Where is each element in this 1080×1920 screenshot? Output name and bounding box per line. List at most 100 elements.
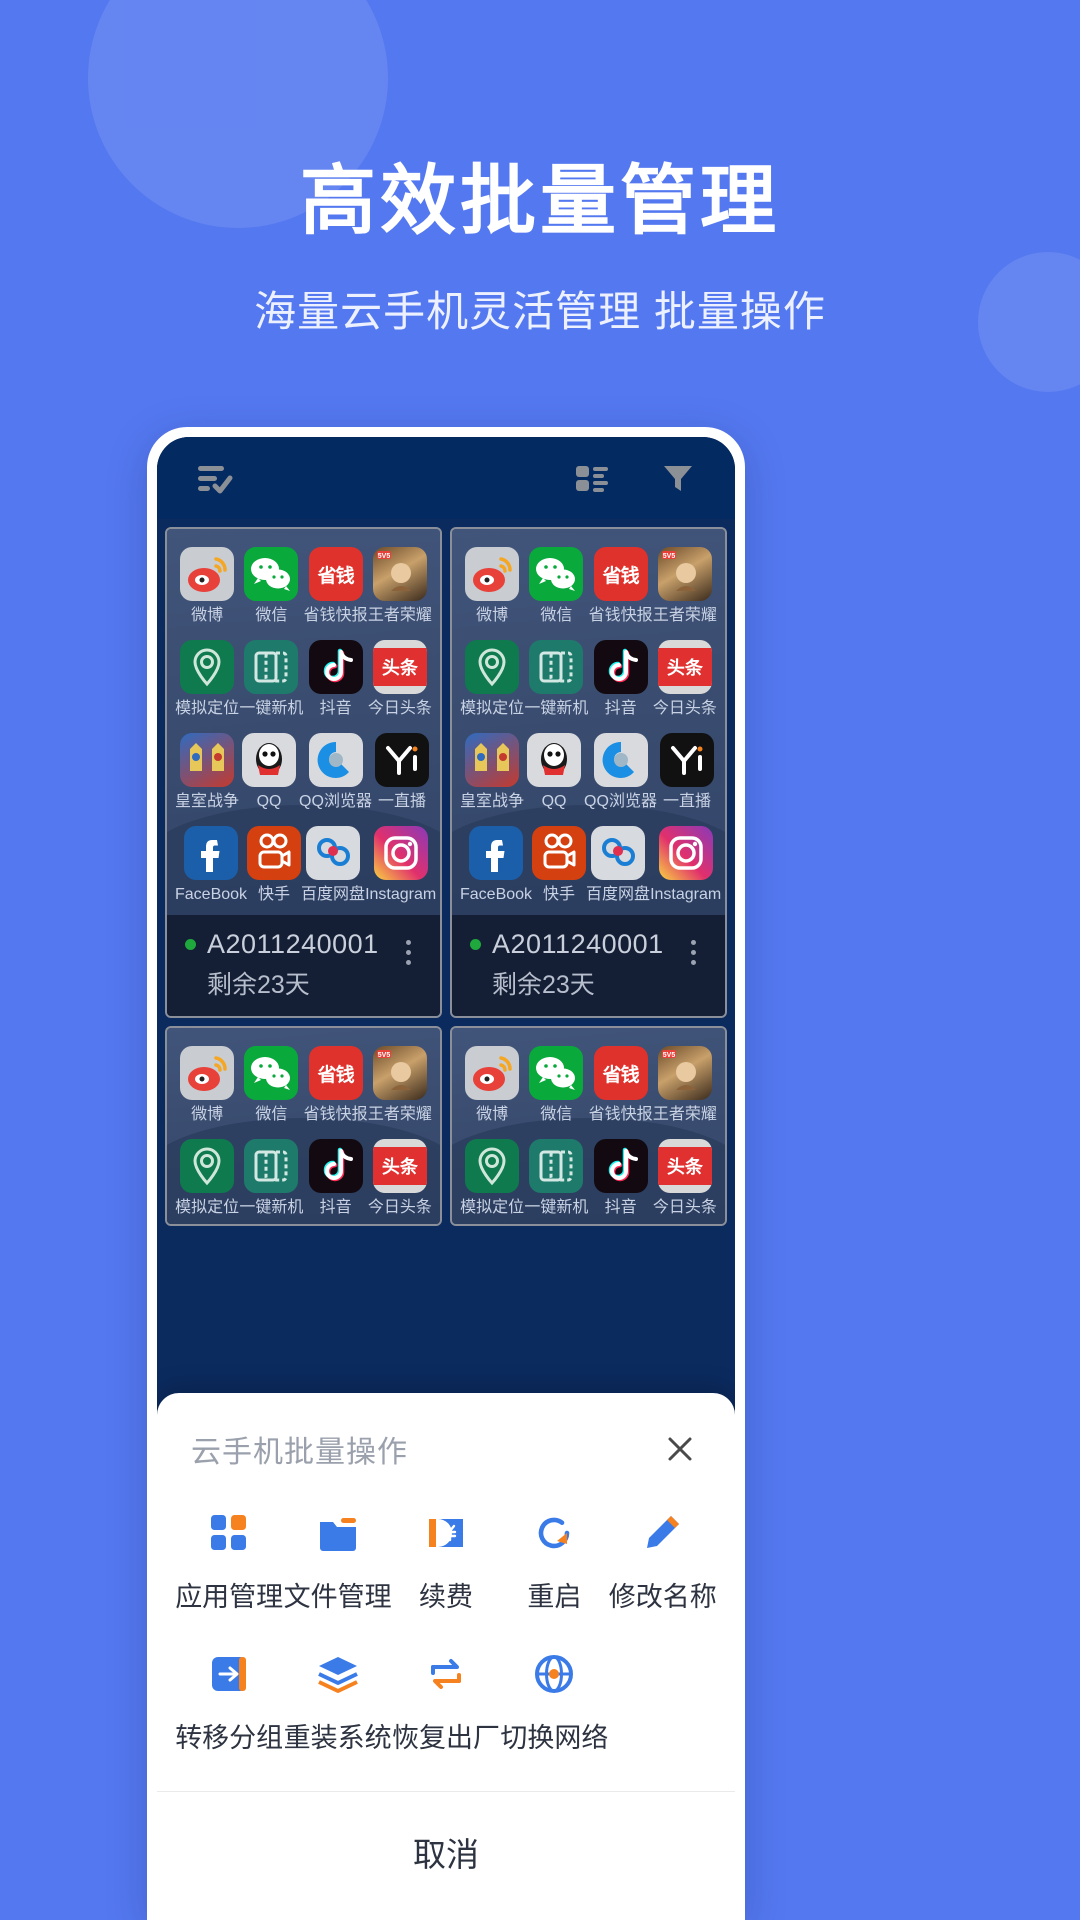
device-card[interactable]: 微博 微信 省钱 省钱快报 5V5 王者荣耀 模拟定位 一键新机 抖音 头条 今… <box>165 1026 442 1226</box>
app-cell[interactable]: 微博 <box>175 547 239 624</box>
shengqian-icon: 省钱 <box>308 1046 363 1100</box>
app-cell[interactable]: 省钱 省钱快报 <box>304 547 368 624</box>
app-cell[interactable]: 抖音 <box>589 1139 653 1216</box>
action-factory-reset[interactable]: 恢复出厂 <box>392 1648 500 1755</box>
sheet-title: 云手机批量操作 <box>191 1436 408 1469</box>
app-cell[interactable]: 一键新机 <box>524 1139 588 1216</box>
app-cell[interactable]: 微信 <box>524 1046 588 1123</box>
app-cell[interactable]: 头条 今日头条 <box>653 640 717 717</box>
more-options-icon[interactable] <box>679 935 707 969</box>
filter-icon[interactable] <box>655 455 701 501</box>
device-card[interactable]: 微博 微信 省钱 省钱快报 5V5 王者荣耀 模拟定位 一键新机 抖音 头条 今… <box>165 527 442 1018</box>
app-label: FaceBook <box>175 886 248 903</box>
app-label: 王者荣耀 <box>367 1106 432 1123</box>
app-label: 模拟定位 <box>175 1199 240 1216</box>
action-label: 重装系统 <box>283 1723 392 1753</box>
app-cell[interactable]: 百度网盘 <box>301 826 365 903</box>
app-cell[interactable]: 5V5 王者荣耀 <box>653 547 717 624</box>
checklist-icon[interactable] <box>191 455 237 501</box>
qq-browser-icon <box>593 733 648 787</box>
app-cell[interactable]: QQ <box>524 733 584 810</box>
app-cell[interactable]: 一直播 <box>657 733 717 810</box>
app-label: 抖音 <box>604 1199 637 1216</box>
toutiao-icon: 头条 <box>372 640 427 694</box>
app-cell[interactable]: 百度网盘 <box>586 826 650 903</box>
device-card[interactable]: 微博 微信 省钱 省钱快报 5V5 王者荣耀 模拟定位 一键新机 抖音 头条 今… <box>450 527 727 1018</box>
more-options-icon[interactable] <box>394 935 422 969</box>
factory-reset-icon <box>420 1648 472 1700</box>
app-cell[interactable]: 模拟定位 <box>460 640 524 717</box>
app-row: 模拟定位 一键新机 抖音 头条 今日头条 <box>460 640 717 717</box>
app-cell[interactable]: 5V5 王者荣耀 <box>368 1046 432 1123</box>
app-cell[interactable]: 微信 <box>239 547 303 624</box>
renew-ticket-icon <box>420 1507 472 1559</box>
instagram-icon <box>373 826 428 880</box>
network-switch-icon <box>528 1648 580 1700</box>
app-label: 一键新机 <box>524 700 589 717</box>
app-row: 微博 微信 省钱 省钱快报 5V5 王者荣耀 <box>460 1046 717 1123</box>
app-cell[interactable]: 省钱 省钱快报 <box>589 1046 653 1123</box>
app-cell[interactable]: QQ <box>239 733 299 810</box>
app-cell[interactable]: 微信 <box>239 1046 303 1123</box>
hero-text-block: 高效批量管理 海量云手机灵活管理 批量操作 <box>0 160 1080 339</box>
app-cell[interactable]: Instagram <box>650 826 721 903</box>
toutiao-icon: 头条 <box>657 640 712 694</box>
app-cell[interactable]: 快手 <box>532 826 587 903</box>
device-name: A2011240001 <box>492 929 664 959</box>
app-cell[interactable]: 一键新机 <box>524 640 588 717</box>
app-cell[interactable]: 一直播 <box>372 733 432 810</box>
action-file-management[interactable]: 文件管理 <box>283 1507 392 1614</box>
app-cell[interactable]: 省钱 省钱快报 <box>304 1046 368 1123</box>
action-reinstall-system[interactable]: 重装系统 <box>283 1648 392 1755</box>
cancel-button[interactable]: 取消 <box>157 1792 735 1920</box>
pencil-icon <box>637 1507 689 1559</box>
app-cell[interactable]: 微博 <box>460 547 524 624</box>
app-cell[interactable]: 微信 <box>524 547 588 624</box>
device-card[interactable]: 微博 微信 省钱 省钱快报 5V5 王者荣耀 模拟定位 一键新机 抖音 头条 今… <box>450 1026 727 1226</box>
app-cell[interactable]: QQ浏览器 <box>299 733 372 810</box>
action-renew[interactable]: 续费 <box>392 1507 500 1614</box>
app-cell[interactable]: 抖音 <box>304 1139 368 1216</box>
app-cell[interactable]: 皇室战争 <box>175 733 239 810</box>
action-transfer-group[interactable]: 转移分组 <box>175 1648 283 1755</box>
app-cell[interactable]: 皇室战争 <box>460 733 524 810</box>
app-cell[interactable]: 5V5 王者荣耀 <box>653 1046 717 1123</box>
new-device-icon <box>529 640 584 694</box>
app-label: 省钱快报 <box>588 607 653 624</box>
app-cell[interactable]: QQ浏览器 <box>584 733 657 810</box>
app-cell[interactable]: 5V5 王者荣耀 <box>368 547 432 624</box>
app-cell[interactable]: 模拟定位 <box>460 1139 524 1216</box>
app-cell[interactable]: 一键新机 <box>239 640 303 717</box>
app-cell[interactable]: 快手 <box>247 826 302 903</box>
app-cell[interactable]: 微博 <box>175 1046 239 1123</box>
app-cell[interactable]: Instagram <box>365 826 436 903</box>
app-cell[interactable]: FaceBook <box>175 826 247 903</box>
action-rename[interactable]: 修改名称 <box>609 1507 717 1614</box>
app-cell[interactable]: 微博 <box>460 1046 524 1123</box>
app-label: Instagram <box>650 886 722 903</box>
list-view-icon[interactable] <box>569 455 615 501</box>
action-switch-network[interactable]: 切换网络 <box>500 1648 608 1755</box>
weibo-icon <box>465 1046 520 1100</box>
tiktok-icon <box>593 640 648 694</box>
app-label: 今日头条 <box>652 700 717 717</box>
app-cell[interactable]: FaceBook <box>460 826 532 903</box>
app-cell[interactable]: 模拟定位 <box>175 640 239 717</box>
app-cell[interactable]: 头条 今日头条 <box>653 1139 717 1216</box>
app-cell[interactable]: 一键新机 <box>239 1139 303 1216</box>
action-label: 重启 <box>527 1582 582 1612</box>
app-cell[interactable]: 省钱 省钱快报 <box>589 547 653 624</box>
action-label: 续费 <box>418 1582 473 1612</box>
action-restart[interactable]: 重启 <box>500 1507 608 1614</box>
close-icon[interactable] <box>659 1428 701 1470</box>
app-cell[interactable]: 抖音 <box>304 640 368 717</box>
action-app-management[interactable]: 应用管理 <box>175 1507 283 1614</box>
app-cell[interactable]: 头条 今日头条 <box>368 640 432 717</box>
app-label: 微博 <box>191 607 224 624</box>
device-info: A2011240001 剩余23天 <box>185 931 394 998</box>
app-label: 王者荣耀 <box>652 607 717 624</box>
device-remaining: 剩余23天 <box>207 971 310 999</box>
app-cell[interactable]: 头条 今日头条 <box>368 1139 432 1216</box>
app-cell[interactable]: 抖音 <box>589 640 653 717</box>
app-cell[interactable]: 模拟定位 <box>175 1139 239 1216</box>
